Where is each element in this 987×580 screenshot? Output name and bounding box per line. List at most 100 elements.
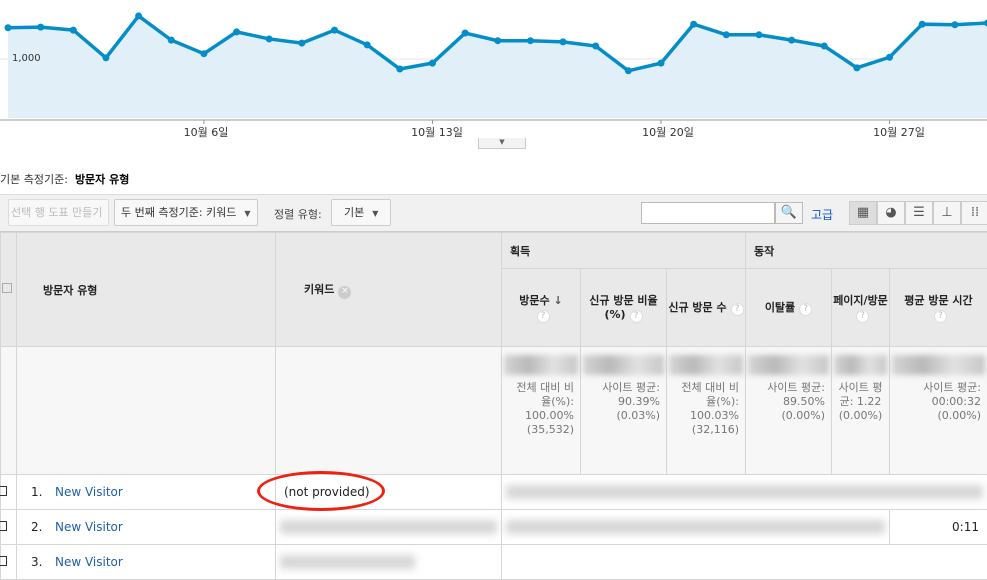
remove-dimension-icon[interactable]: × (338, 285, 352, 299)
total-duration: 사이트 평균: 00:00:32 (0.00%) (923, 381, 981, 422)
redacted-value (506, 520, 885, 534)
metric-label: 방문수 (519, 294, 550, 307)
avg-duration-cell: 0:11 (889, 509, 987, 545)
visitor-type-link[interactable]: New Visitor (55, 485, 123, 499)
sort-type-label: 정렬 유형: (274, 208, 322, 221)
dimension-label: 기본 측정기준: (0, 173, 68, 186)
col-visitor-type[interactable]: 방문자 유형 (16, 232, 276, 347)
help-icon[interactable]: ? (629, 310, 643, 323)
visitor-type-link[interactable]: New Visitor (55, 555, 123, 569)
table-toolbar: 선택 행 도표 만들기 두 번째 측정기준: 키워드 ▼ 정렬 유형: 기본 ▼ 🔍… (0, 194, 987, 232)
plot-rows-button[interactable]: 선택 행 도표 만들기 (8, 199, 109, 226)
col-keyword[interactable]: 키워드 × (275, 232, 502, 347)
row-number: 2. (31, 520, 43, 534)
data-point (135, 12, 143, 20)
data-point (526, 37, 534, 45)
data-point (853, 64, 861, 72)
data-point (102, 54, 110, 62)
data-point (918, 20, 926, 28)
col-avg-duration[interactable]: 평균 방문 시간? (889, 268, 987, 347)
help-icon[interactable]: ? (799, 303, 813, 316)
x-tick-label: 10월 6일 (183, 126, 229, 139)
metric-label: 신규 방문 비율(%) (589, 294, 658, 321)
chart-resize-handle[interactable]: ▼ (478, 138, 526, 149)
redacted-keyword (280, 555, 415, 569)
table-search-input[interactable] (641, 202, 775, 224)
redacted-value (583, 355, 664, 375)
data-point (298, 39, 306, 47)
data-point (755, 31, 763, 39)
data-point (167, 36, 175, 44)
comparison-icon[interactable]: ⊥ (933, 201, 961, 225)
data-point (657, 59, 665, 67)
dimension-value[interactable]: 방문자 유형 (75, 173, 129, 186)
area-fill (8, 15, 987, 118)
metric-label: 이탈률 (764, 301, 796, 314)
total-bounce: 사이트 평균: 89.50% (0.00%) (767, 381, 825, 422)
x-tick-label: 10월 27일 (873, 126, 925, 139)
highlight-annotation-oval (257, 471, 385, 511)
total-pages: 사이트 평균: 1.22 (0.00%) (838, 381, 883, 422)
pivot-icon[interactable]: ⁞⁞ (961, 201, 987, 225)
secondary-dimension-label: 두 번째 측정기준: 키워드 (121, 206, 237, 219)
search-icon[interactable]: 🔍 (775, 202, 803, 224)
primary-dimension: 기본 측정기준: 방문자 유형 (0, 171, 129, 187)
data-point (494, 37, 502, 45)
metric-label: 신규 방문 수 (668, 301, 727, 314)
row-number: 3. (31, 555, 43, 569)
metric-label: 평균 방문 시간 (904, 294, 973, 307)
total-visits: 전체 대비 비율(%): 100.00% (35,532) (516, 381, 574, 436)
col-new-visit-pct[interactable]: 신규 방문 비율(%)? (580, 268, 667, 347)
report-table: 방문자 유형 키워드 × 획득 동작 방문수 ↓? 신규 방문 비율(%)? 신규… (0, 232, 987, 580)
visitor-type-link[interactable]: New Visitor (55, 520, 123, 534)
data-point (233, 28, 241, 36)
data-point (461, 29, 469, 37)
data-point (363, 41, 371, 49)
advanced-filter-link[interactable]: 고급 (811, 206, 833, 223)
sort-type-dropdown[interactable]: 기본 ▼ (331, 199, 392, 226)
row-checkbox[interactable] (0, 474, 17, 510)
redacted-value (834, 355, 887, 375)
help-icon[interactable]: ? (730, 303, 744, 316)
chevron-down-icon: ▼ (372, 209, 379, 218)
redacted-keyword (280, 520, 497, 534)
row-number: 1. (31, 485, 43, 499)
total-new-pct: 사이트 평균: 90.39% (0.03%) (602, 381, 660, 422)
redacted-value (504, 355, 578, 375)
help-icon[interactable]: ? (934, 310, 947, 323)
data-point (624, 67, 632, 75)
visits-line-chart (0, 12, 987, 124)
secondary-dimension-dropdown[interactable]: 두 번째 측정기준: 키워드 ▼ (114, 199, 258, 226)
data-point (4, 24, 12, 32)
chevron-down-icon: ▼ (244, 209, 251, 218)
data-point (396, 65, 404, 73)
data-point (820, 42, 828, 50)
help-icon[interactable]: ? (856, 310, 869, 323)
select-all-cell[interactable] (0, 232, 17, 347)
table-icon[interactable]: ▦ (849, 201, 877, 225)
col-visits[interactable]: 방문수 ↓? (501, 268, 581, 347)
col-pages-per-visit[interactable]: 페이지/방문? (831, 268, 890, 347)
help-icon[interactable]: ? (536, 310, 550, 323)
x-tick-label: 10월 20일 (642, 126, 694, 139)
data-point (428, 59, 436, 67)
data-point (722, 31, 730, 39)
sort-type-value: 기본 (344, 206, 365, 219)
group-behavior: 동작 (745, 232, 987, 269)
data-point (788, 36, 796, 44)
pie-icon[interactable]: ◕ (877, 201, 905, 225)
col-bounce-rate[interactable]: 이탈률? (745, 268, 832, 347)
x-tick-label: 10월 13일 (411, 126, 463, 139)
sort-desc-icon: ↓ (553, 294, 563, 307)
bar-icon[interactable]: ☰ (905, 201, 933, 225)
redacted-value (748, 355, 829, 375)
data-point (331, 26, 338, 34)
data-point (69, 26, 77, 34)
row-checkbox[interactable] (0, 544, 17, 580)
table-row: 2. New Visitor 0:11 (0, 509, 987, 545)
col-new-visits[interactable]: 신규 방문 수? (666, 268, 746, 347)
data-point (559, 38, 567, 46)
row-checkbox[interactable] (0, 509, 17, 545)
col-keyword-label: 키워드 (304, 282, 335, 296)
data-point (690, 20, 698, 28)
